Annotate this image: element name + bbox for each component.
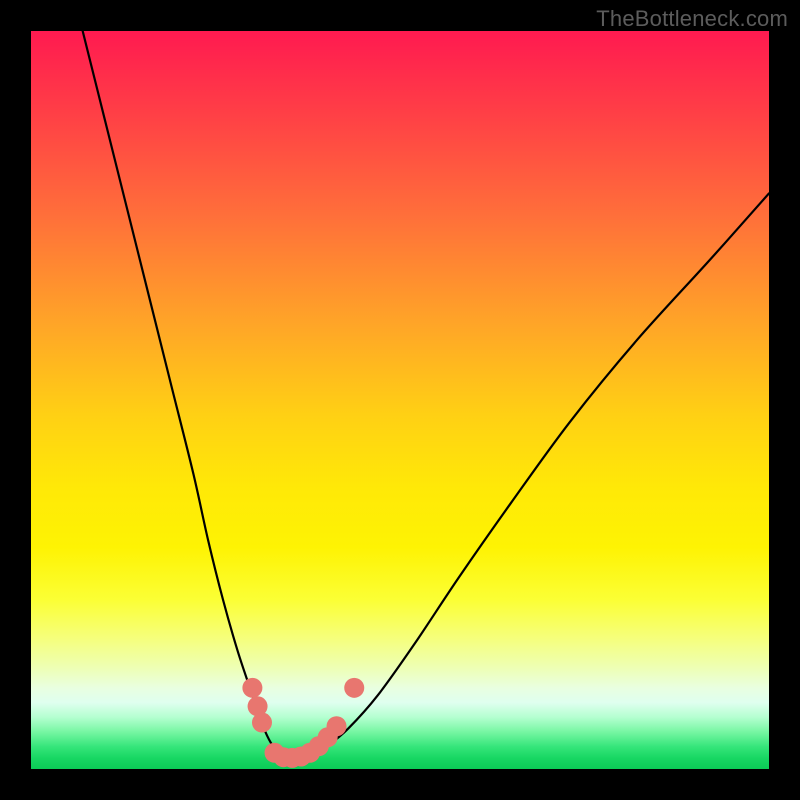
data-marker bbox=[344, 678, 364, 698]
bottleneck-curve bbox=[83, 31, 769, 759]
curve-layer bbox=[83, 31, 769, 759]
watermark-text: TheBottleneck.com bbox=[596, 6, 788, 32]
plot-area bbox=[31, 31, 769, 769]
chart-svg bbox=[31, 31, 769, 769]
data-marker bbox=[327, 716, 347, 736]
data-marker bbox=[242, 678, 262, 698]
marker-layer bbox=[242, 678, 364, 768]
data-marker bbox=[252, 713, 272, 733]
chart-frame: TheBottleneck.com bbox=[0, 0, 800, 800]
